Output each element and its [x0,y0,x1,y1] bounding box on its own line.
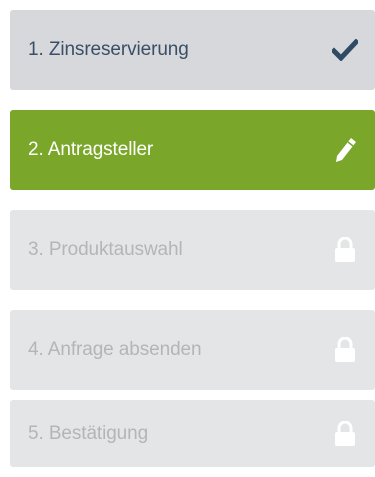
lock-icon [331,420,359,448]
step-label: 5. Bestätigung [28,422,149,444]
step-antragsteller[interactable]: 2. Antragsteller [10,110,375,190]
lock-icon [331,236,359,264]
step-anfrage-absenden: 4. Anfrage absenden [10,310,375,390]
step-zinsreservierung[interactable]: 1. Zinsreservierung [10,10,375,90]
step-label: 3. Produktauswahl [28,239,183,260]
step-produktauswahl: 3. Produktauswahl [10,210,375,290]
step-bestaetigung: 5. Bestätigung [10,400,375,467]
step-label: 4. Anfrage absenden [28,339,202,360]
lock-icon [331,336,359,364]
pencil-icon [331,136,359,164]
checkmark-icon [331,36,359,64]
step-label: 2. Antragsteller [28,139,154,160]
step-label: 1. Zinsreservierung [28,39,189,60]
